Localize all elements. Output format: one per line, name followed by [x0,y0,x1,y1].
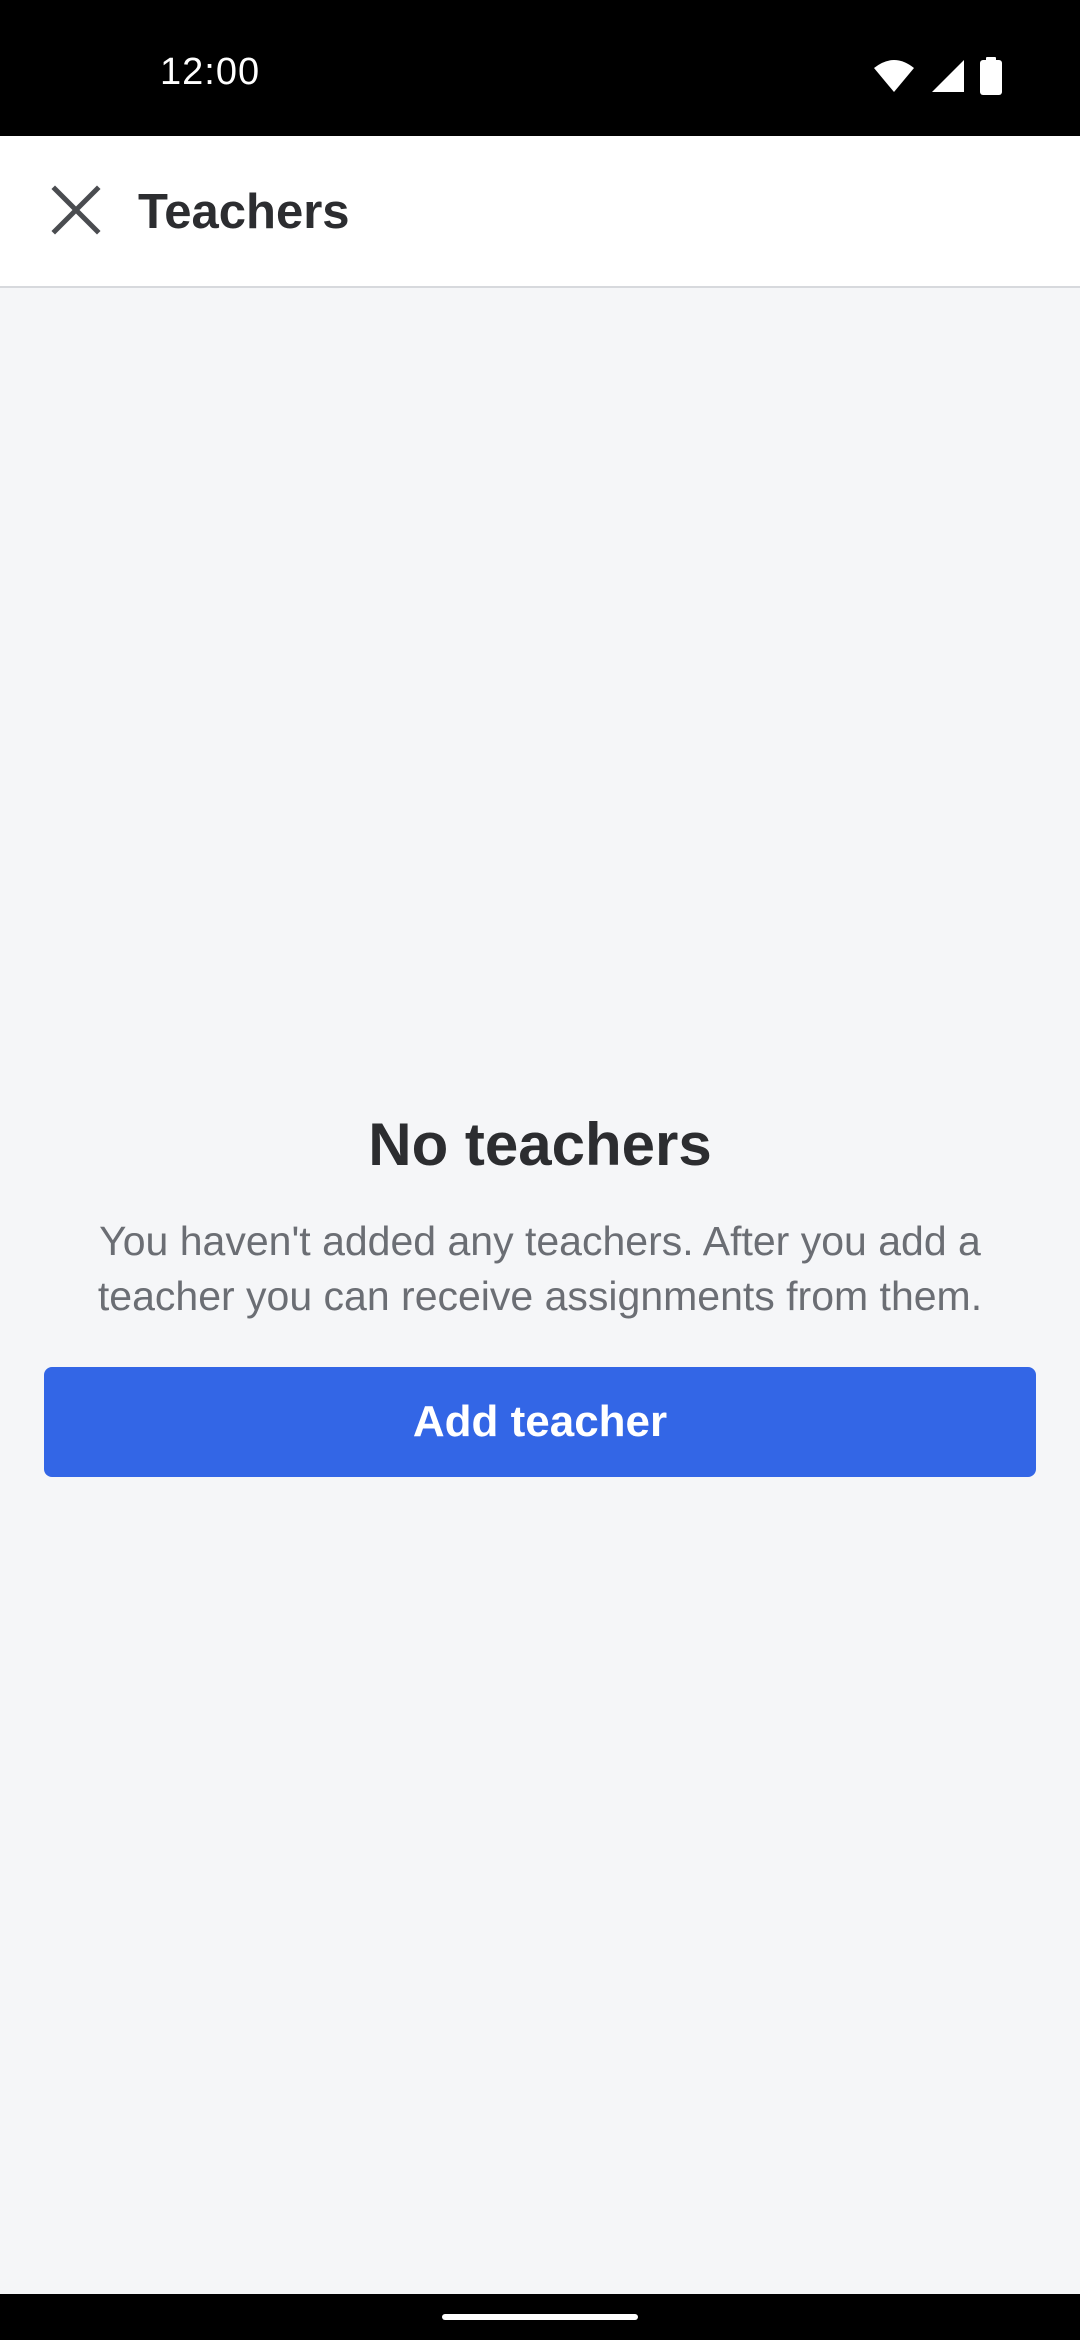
empty-state-title: No teachers [368,1111,712,1178]
close-icon [51,184,101,240]
navigation-bar [0,2294,1080,2340]
empty-state-message: You haven't added any teachers. After yo… [97,1218,983,1319]
wifi-icon [872,58,916,99]
close-button[interactable] [28,168,124,256]
status-bar: 12:00 [0,0,1080,136]
status-time: 12:00 [160,51,261,93]
signal-icon [930,58,966,99]
battery-icon [980,56,1002,100]
app-bar: Teachers [0,136,1080,288]
add-teacher-button[interactable]: Add teacher [44,1367,1036,1477]
status-icons [872,56,1002,100]
home-gesture-handle[interactable] [442,2314,638,2320]
page-title: Teachers [138,185,350,239]
